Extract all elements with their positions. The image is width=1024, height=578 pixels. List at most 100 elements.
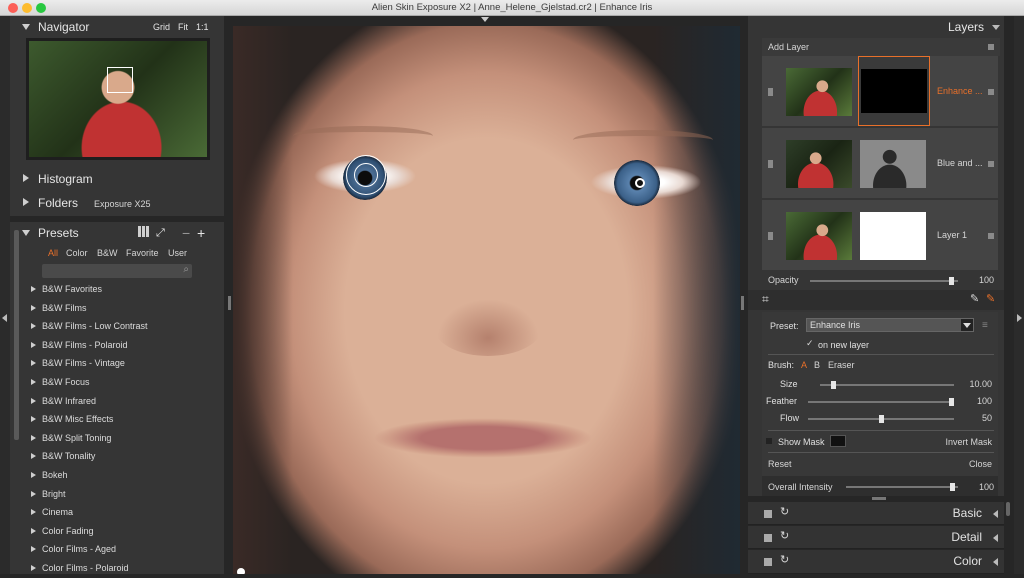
preset-folder-item[interactable]: B&W Focus — [10, 373, 224, 392]
preset-dropdown[interactable]: Enhance Iris — [806, 318, 974, 332]
layer-mask-thumbnail[interactable] — [860, 212, 926, 260]
right-splitter-handle[interactable] — [741, 296, 744, 310]
grid-view-icon[interactable] — [138, 226, 149, 237]
layer-mask-thumbnail[interactable] — [860, 140, 926, 188]
layer-visibility-toggle[interactable] — [768, 232, 773, 240]
preset-folder-item[interactable]: Bright — [10, 485, 224, 504]
right-scrollbar[interactable] — [1006, 502, 1010, 516]
filter-tab-favorite[interactable]: Favorite — [126, 248, 159, 258]
histogram-header[interactable]: Histogram — [10, 168, 224, 190]
layers-menu-icon[interactable] — [992, 25, 1000, 30]
reset-icon[interactable]: ↻ — [780, 553, 789, 566]
navigator-header[interactable]: Navigator Grid Fit 1:1 — [10, 16, 224, 38]
preset-folder-item[interactable]: B&W Tonality — [10, 447, 224, 466]
pencil-icon[interactable]: ✎ — [970, 292, 979, 305]
opacity-slider-knob[interactable] — [948, 277, 954, 285]
preset-folder-item[interactable]: B&W Split Toning — [10, 429, 224, 448]
navigator-thumbnail[interactable] — [26, 38, 210, 160]
filter-tab-all[interactable]: All — [48, 248, 58, 258]
filter-tab-bw[interactable]: B&W — [97, 248, 118, 258]
main-photo-canvas[interactable] — [233, 26, 740, 574]
preset-folder-item[interactable]: Bokeh — [10, 466, 224, 485]
collapse-left-icon[interactable] — [2, 314, 7, 322]
add-layer-button[interactable]: Add Layer — [762, 38, 1000, 56]
section-toggle-icon[interactable] — [764, 534, 772, 542]
on-new-layer-checkbox[interactable]: ✓ — [806, 338, 814, 349]
brush-pin-icon[interactable] — [635, 178, 645, 188]
layer-visibility-toggle[interactable] — [768, 160, 773, 168]
reset-icon[interactable]: ↻ — [780, 529, 789, 542]
add-icon[interactable]: + — [197, 222, 205, 244]
preset-folder-item[interactable]: B&W Films - Low Contrast — [10, 317, 224, 336]
collapse-right-icon[interactable] — [1017, 314, 1022, 322]
size-slider[interactable] — [820, 381, 954, 389]
layer-name[interactable]: Layer 1 — [937, 230, 967, 240]
one-to-one-button[interactable]: 1:1 — [196, 16, 209, 38]
size-slider-knob[interactable] — [831, 381, 837, 389]
layer-menu-icon[interactable] — [988, 89, 994, 95]
fit-button[interactable]: Fit — [178, 16, 188, 38]
filter-tab-color[interactable]: Color — [66, 248, 88, 258]
add-layer-icon[interactable] — [988, 44, 994, 50]
preset-folder-item[interactable]: Color Fading — [10, 522, 224, 541]
eraser-button[interactable]: Eraser — [828, 360, 855, 370]
opacity-slider[interactable] — [810, 277, 958, 285]
brush-a-button[interactable]: A — [801, 360, 807, 370]
preset-options-icon[interactable]: ≡ — [982, 320, 988, 331]
show-mask-checkbox[interactable] — [766, 438, 772, 444]
expand-view-icon[interactable]: ⤢ — [156, 222, 165, 244]
collapse-top-icon[interactable] — [481, 17, 489, 22]
feather-slider[interactable] — [808, 398, 954, 406]
section-detail[interactable]: ↻ Detail — [748, 526, 1004, 549]
feather-slider-knob[interactable] — [949, 398, 954, 406]
invert-mask-button[interactable]: Invert Mask — [945, 437, 992, 447]
preset-search-input[interactable]: ⌕ — [42, 264, 192, 278]
layer-visibility-toggle[interactable] — [768, 88, 773, 96]
brush-icon[interactable]: ✎ — [986, 292, 995, 305]
flow-slider-knob[interactable] — [879, 415, 884, 423]
mask-color-swatch[interactable] — [830, 435, 846, 447]
preset-folder-item[interactable]: B&W Infrared — [10, 392, 224, 411]
zoom-window-button[interactable] — [36, 3, 46, 13]
navigator-viewport-box[interactable] — [107, 67, 133, 93]
brush-b-button[interactable]: B — [814, 360, 820, 370]
section-toggle-icon[interactable] — [764, 558, 772, 566]
preset-folder-item[interactable]: B&W Favorites — [10, 280, 224, 299]
grid-button[interactable]: Grid — [153, 16, 170, 38]
left-splitter-handle[interactable] — [228, 296, 231, 310]
minus-icon[interactable]: − — [182, 222, 190, 244]
presets-header[interactable]: Presets ⤢ − + — [10, 222, 224, 244]
section-color[interactable]: ↻ Color — [748, 550, 1004, 574]
overall-intensity-knob[interactable] — [950, 483, 956, 491]
preset-folder-item[interactable]: Color Films - Aged — [10, 540, 224, 559]
layer-menu-icon[interactable] — [988, 161, 994, 167]
flow-slider[interactable] — [808, 415, 954, 423]
preset-folder-item[interactable]: B&W Films - Polaroid — [10, 336, 224, 355]
folders-header[interactable]: Folders Exposure X25 — [10, 192, 224, 216]
section-basic[interactable]: ↻ Basic — [748, 502, 1004, 525]
section-toggle-icon[interactable] — [764, 510, 772, 518]
preset-folder-item[interactable]: B&W Misc Effects — [10, 410, 224, 429]
layer-row[interactable]: Layer 1 — [762, 200, 998, 270]
preset-folder-item[interactable]: B&W Films — [10, 299, 224, 318]
panel-splitter-handle[interactable] — [872, 497, 886, 500]
preset-folder-item[interactable]: Cinema — [10, 503, 224, 522]
overall-intensity-slider[interactable] — [846, 483, 958, 491]
close-button[interactable]: Close — [969, 459, 992, 469]
minimize-window-button[interactable] — [22, 3, 32, 13]
layer-menu-icon[interactable] — [988, 233, 994, 239]
layer-row[interactable]: Enhance ... — [762, 56, 998, 126]
layer-row[interactable]: Blue and ... — [762, 128, 998, 198]
preset-folder-item[interactable]: B&W Films - Vintage — [10, 354, 224, 373]
close-window-button[interactable] — [8, 3, 18, 13]
filter-tab-user[interactable]: User — [168, 248, 187, 258]
expand-icon — [31, 323, 36, 330]
layer-name[interactable]: Enhance ... — [937, 86, 983, 96]
layer-mask-thumbnail[interactable] — [858, 56, 930, 126]
preset-folder-item[interactable]: Color Films - Polaroid — [10, 559, 224, 578]
reset-icon[interactable]: ↻ — [780, 505, 789, 518]
layer-name[interactable]: Blue and ... — [937, 158, 983, 168]
reset-button[interactable]: Reset — [768, 459, 792, 469]
crop-icon[interactable]: ⌗ — [762, 292, 769, 307]
image-pin-icon[interactable] — [237, 568, 245, 574]
